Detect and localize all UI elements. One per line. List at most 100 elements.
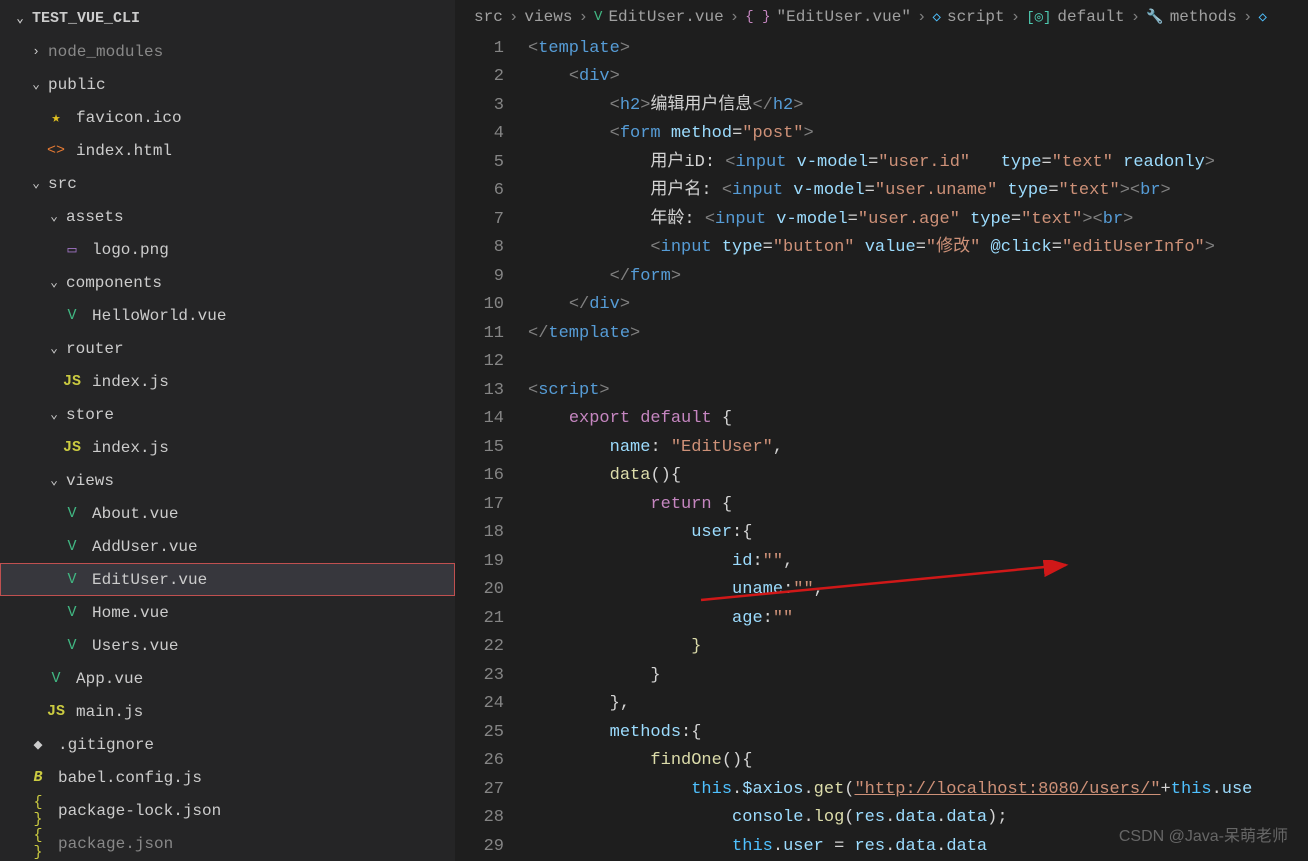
breadcrumb-segment[interactable]: src [474, 8, 503, 26]
file-item[interactable]: VAbout.vue [0, 497, 455, 530]
breadcrumb-label: default [1057, 8, 1124, 26]
code-line[interactable]: <input type="button" value="修改" @click="… [528, 234, 1308, 263]
code-line[interactable]: this.$axios.get("http://localhost:8080/u… [528, 776, 1308, 805]
breadcrumb-segment[interactable]: VEditUser.vue [594, 8, 724, 26]
chevron-right-icon: › [1131, 8, 1141, 26]
file-item[interactable]: JSindex.js [0, 431, 455, 464]
tree-item-label: router [66, 340, 455, 358]
code-line[interactable]: <script> [528, 377, 1308, 406]
watermark: CSDN @Java-呆萌老师 [1119, 822, 1288, 846]
file-item[interactable]: V Home.vue [0, 596, 455, 629]
code-line[interactable]: </template> [528, 320, 1308, 349]
code-line[interactable]: data(){ [528, 462, 1308, 491]
file-item[interactable]: { }package.json [0, 827, 455, 860]
folder-item[interactable]: ⌄views [0, 464, 455, 497]
breadcrumb-segment[interactable]: views [524, 8, 572, 26]
star-icon: ★ [46, 108, 66, 127]
code-line[interactable]: export default { [528, 405, 1308, 434]
folder-item[interactable]: ⌄ assets [0, 200, 455, 233]
code-line[interactable]: } [528, 633, 1308, 662]
code-line[interactable]: user:{ [528, 519, 1308, 548]
file-item[interactable]: JSmain.js [0, 695, 455, 728]
chevron-down-icon: ⌄ [28, 77, 44, 92]
editor-pane: src › views › VEditUser.vue › { }"EditUser.vue… [456, 0, 1308, 861]
tree-item-label: assets [66, 208, 455, 226]
folder-item[interactable]: ›node_modules [0, 35, 455, 68]
line-number: 8 [456, 234, 504, 263]
code-line[interactable]: 年龄: <input v-model="user.age" type="text… [528, 206, 1308, 235]
breadcrumb-segment[interactable]: 🔧methods [1146, 8, 1237, 26]
file-item[interactable]: { }package-lock.json [0, 794, 455, 827]
code-line[interactable]: <template> [528, 35, 1308, 64]
vue-icon: V [46, 670, 66, 687]
tree-item-label: index.js [92, 373, 455, 391]
line-number: 1 [456, 35, 504, 64]
line-number: 24 [456, 690, 504, 719]
file-item[interactable]: VHelloWorld.vue [0, 299, 455, 332]
code-line[interactable]: </div> [528, 291, 1308, 320]
chevron-down-icon: ⌄ [46, 209, 62, 224]
folder-item[interactable]: ⌄public [0, 68, 455, 101]
vue-icon: V [62, 538, 82, 555]
breadcrumb-segment[interactable]: ◇ [1259, 9, 1273, 26]
project-name: TEST_VUE_CLI [32, 10, 140, 27]
tree-item-label: Users.vue [92, 637, 455, 655]
vue-icon: V [62, 604, 82, 621]
code-line[interactable]: <h2>编辑用户信息</h2> [528, 92, 1308, 121]
code-line[interactable]: } [528, 662, 1308, 691]
code-line[interactable]: <div> [528, 63, 1308, 92]
file-item[interactable]: VAddUser.vue [0, 530, 455, 563]
file-item[interactable]: JSindex.js [0, 365, 455, 398]
code-line[interactable]: uname:"", [528, 576, 1308, 605]
tree-item-label: Home.vue [92, 604, 455, 622]
code-line[interactable]: age:"" [528, 605, 1308, 634]
code-line[interactable]: methods:{ [528, 719, 1308, 748]
explorer-header[interactable]: ⌄ TEST_VUE_CLI [0, 6, 455, 35]
code-line[interactable]: id:"", [528, 548, 1308, 577]
code-editor[interactable]: 1234567891011121314151617181920212223242… [456, 35, 1308, 861]
folder-item[interactable]: ⌄router [0, 332, 455, 365]
img-icon: ▭ [62, 240, 82, 259]
line-number: 21 [456, 605, 504, 634]
chevron-right-icon: › [917, 8, 927, 26]
code-content[interactable]: <template> <div> <h2>编辑用户信息</h2> <form m… [528, 35, 1308, 861]
breadcrumb[interactable]: src › views › VEditUser.vue › { }"EditUser.vue… [456, 0, 1308, 35]
file-item[interactable]: ◆.gitignore [0, 728, 455, 761]
file-item[interactable]: Bbabel.config.js [0, 761, 455, 794]
none-icon: ◆ [28, 735, 48, 754]
tree-item-label: package-lock.json [58, 802, 455, 820]
code-line[interactable]: findOne(){ [528, 747, 1308, 776]
json-icon: { } [28, 827, 48, 861]
brace-icon: { } [745, 9, 770, 25]
code-line[interactable]: name: "EditUser", [528, 434, 1308, 463]
code-line[interactable]: 用户名: <input v-model="user.uname" type="t… [528, 177, 1308, 206]
file-item[interactable]: VUsers.vue [0, 629, 455, 662]
html-icon: <> [46, 142, 66, 159]
file-item[interactable]: ▭logo.png [0, 233, 455, 266]
breadcrumb-segment[interactable]: ◇script [933, 8, 1005, 26]
folder-item[interactable]: ⌄components [0, 266, 455, 299]
line-number: 27 [456, 776, 504, 805]
code-line[interactable]: <form method="post"> [528, 120, 1308, 149]
line-number: 9 [456, 263, 504, 292]
code-line[interactable]: }, [528, 690, 1308, 719]
file-item[interactable]: ★favicon.ico [0, 101, 455, 134]
code-line[interactable]: 用户iD: <input v-model="user.id" type="tex… [528, 149, 1308, 178]
file-item[interactable]: VEditUser.vue [0, 563, 455, 596]
line-number: 15 [456, 434, 504, 463]
breadcrumb-segment[interactable]: [◎]default [1026, 8, 1124, 26]
code-line[interactable]: return { [528, 491, 1308, 520]
vue-icon: V [594, 9, 602, 25]
chevron-down-icon: ⌄ [46, 407, 62, 422]
chevron-right-icon: › [509, 8, 519, 26]
code-line[interactable] [528, 348, 1308, 377]
line-number: 2 [456, 63, 504, 92]
line-gutter: 1234567891011121314151617181920212223242… [456, 35, 528, 861]
breadcrumb-segment[interactable]: { }"EditUser.vue" [745, 8, 911, 26]
code-line[interactable]: </form> [528, 263, 1308, 292]
folder-item[interactable]: ⌄store [0, 398, 455, 431]
file-item[interactable]: VApp.vue [0, 662, 455, 695]
folder-item[interactable]: ⌄src [0, 167, 455, 200]
file-item[interactable]: <>index.html [0, 134, 455, 167]
breadcrumb-label: script [947, 8, 1005, 26]
